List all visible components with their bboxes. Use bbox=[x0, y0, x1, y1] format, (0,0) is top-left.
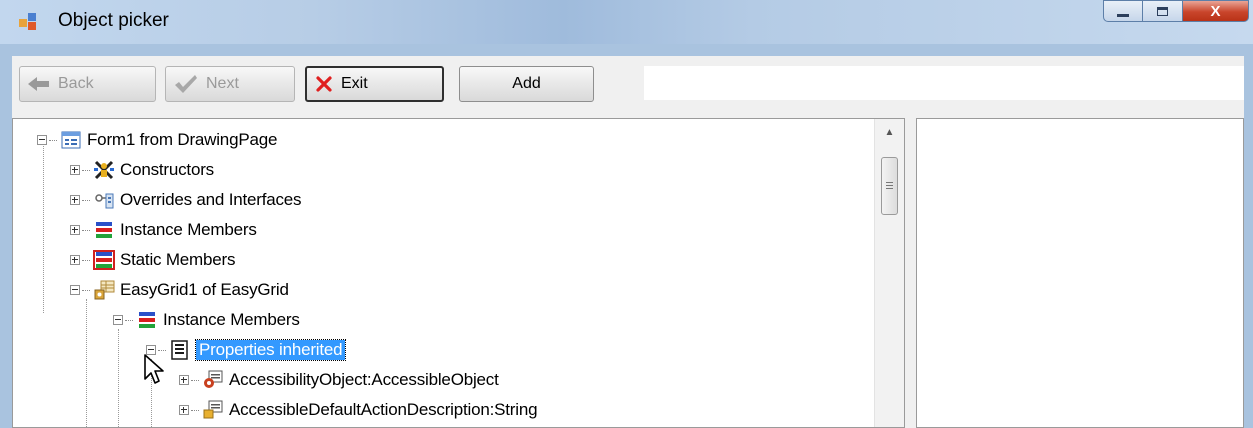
scroll-thumb[interactable] bbox=[881, 157, 898, 215]
property-string-icon bbox=[202, 400, 224, 420]
tree-connector bbox=[191, 379, 199, 381]
tree-connector bbox=[158, 349, 166, 351]
expand-icon[interactable] bbox=[70, 195, 80, 205]
window-controls: X bbox=[1103, 0, 1249, 24]
minimize-button[interactable] bbox=[1103, 0, 1143, 22]
tree-node-constructors[interactable]: Constructors bbox=[70, 157, 214, 183]
grip-icon bbox=[886, 185, 893, 186]
grip-icon bbox=[886, 188, 893, 189]
grip-icon bbox=[886, 182, 893, 183]
back-arrow-icon bbox=[28, 76, 50, 92]
scroll-up-button[interactable]: ▲ bbox=[875, 119, 904, 145]
tree-node-overrides[interactable]: Overrides and Interfaces bbox=[70, 187, 302, 213]
tree-node-accessibledefaultactiondescription[interactable]: AccessibleDefaultActionDescription:Strin… bbox=[179, 397, 538, 423]
tree-node-label: Form1 from DrawingPage bbox=[87, 130, 278, 149]
collapse-icon[interactable] bbox=[113, 315, 123, 325]
tree-node-label: Constructors bbox=[120, 160, 214, 179]
tree-node-easygrid1[interactable]: EasyGrid1 of EasyGrid bbox=[70, 277, 289, 303]
window-title: Object picker bbox=[58, 10, 169, 31]
scroll-up-arrow-icon: ▲ bbox=[884, 126, 895, 138]
tree-node-label: Instance Members bbox=[120, 220, 257, 239]
checkmark-icon bbox=[174, 74, 198, 94]
tree-guide-line bbox=[118, 329, 119, 427]
instance-members-icon bbox=[93, 220, 115, 240]
expand-icon[interactable] bbox=[70, 255, 80, 265]
tree-node-accessibilityobject[interactable]: AccessibilityObject:AccessibleObject bbox=[179, 367, 499, 393]
minimize-icon bbox=[1117, 13, 1129, 17]
next-button[interactable]: Next bbox=[165, 66, 295, 102]
tree-node-instance-members-easygrid[interactable]: Instance Members bbox=[113, 307, 300, 333]
tree-connector bbox=[125, 319, 133, 321]
detail-pane bbox=[916, 118, 1244, 428]
tree-node-label: AccessibleDefaultActionDescription:Strin… bbox=[229, 400, 538, 419]
back-button-label: Back bbox=[58, 75, 94, 92]
maximize-icon bbox=[1157, 6, 1168, 16]
back-button[interactable]: Back bbox=[19, 66, 156, 102]
constructor-icon bbox=[93, 160, 115, 180]
exit-button-label: Exit bbox=[341, 75, 368, 92]
properties-icon bbox=[169, 340, 191, 360]
tree-node-instance-members[interactable]: Instance Members bbox=[70, 217, 257, 243]
toolbar: Back Next Exit Add bbox=[12, 56, 1244, 106]
tree-node-label: Instance Members bbox=[163, 310, 300, 329]
tree-node-label: Overrides and Interfaces bbox=[120, 190, 302, 209]
tree-connector bbox=[82, 199, 90, 201]
tree-node-label: EasyGrid1 of EasyGrid bbox=[120, 280, 289, 299]
collapse-icon[interactable] bbox=[70, 285, 80, 295]
tree-connector bbox=[82, 289, 90, 291]
interface-icon bbox=[93, 190, 115, 210]
path-field[interactable] bbox=[644, 66, 1244, 100]
instance-members-icon bbox=[136, 310, 158, 330]
tree-node-properties-inherited[interactable]: Properties inherited bbox=[146, 337, 347, 363]
close-icon: X bbox=[1210, 2, 1221, 20]
tree-node-static-members[interactable]: Static Members bbox=[70, 247, 235, 273]
property-object-icon bbox=[202, 370, 224, 390]
tree-connector bbox=[82, 259, 90, 261]
tree-guide-line bbox=[43, 139, 44, 313]
tree-connector bbox=[82, 169, 90, 171]
maximize-button[interactable] bbox=[1143, 0, 1183, 22]
close-button[interactable]: X bbox=[1183, 0, 1249, 22]
tree-connector bbox=[49, 139, 57, 141]
add-button-label: Add bbox=[512, 75, 541, 92]
expand-icon[interactable] bbox=[179, 375, 189, 385]
static-members-icon bbox=[93, 250, 115, 270]
title-bar[interactable]: Object picker X bbox=[0, 0, 1253, 44]
tree-node-label: AccessibilityObject:AccessibleObject bbox=[229, 370, 499, 389]
tree-node-form1[interactable]: Form1 from DrawingPage bbox=[37, 127, 277, 153]
form-icon bbox=[60, 130, 82, 150]
collapse-icon[interactable] bbox=[37, 135, 47, 145]
expand-icon[interactable] bbox=[179, 405, 189, 415]
red-x-icon bbox=[315, 75, 333, 93]
tree-node-label: Static Members bbox=[120, 250, 236, 269]
app-icon bbox=[19, 13, 39, 31]
tree-vertical-scrollbar[interactable]: ▲ bbox=[874, 119, 904, 427]
object-picker-window: Object picker X Back Next Exit Add Form1… bbox=[0, 0, 1253, 428]
add-button[interactable]: Add bbox=[459, 66, 594, 102]
tree-connector bbox=[191, 409, 199, 411]
tree-guide-line bbox=[86, 299, 87, 427]
tree-node-label-selected: Properties inherited bbox=[194, 339, 347, 361]
next-button-label: Next bbox=[206, 75, 239, 92]
mouse-pointer-icon bbox=[144, 354, 164, 384]
expand-icon[interactable] bbox=[70, 165, 80, 175]
expand-icon[interactable] bbox=[70, 225, 80, 235]
tree-connector bbox=[82, 229, 90, 231]
exit-button[interactable]: Exit bbox=[305, 66, 444, 102]
grid-object-icon bbox=[93, 280, 115, 300]
